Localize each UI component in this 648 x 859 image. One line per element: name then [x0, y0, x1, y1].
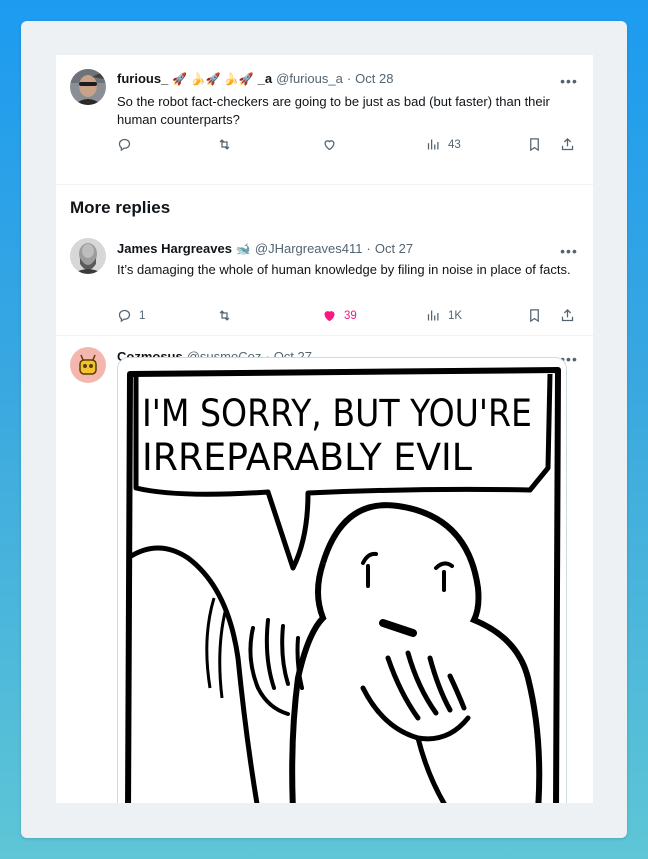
- divider: [56, 184, 593, 185]
- heart-filled-icon: [324, 311, 335, 322]
- views-button[interactable]: 43: [426, 137, 461, 152]
- separator: ·: [346, 71, 352, 86]
- timestamp[interactable]: Oct 28: [355, 71, 393, 86]
- bookmark-button[interactable]: [527, 137, 542, 152]
- reply-icon: [118, 309, 131, 323]
- reply-button[interactable]: [117, 137, 139, 152]
- replies-panel: furious_ 🚀 🍌🚀 🍌🚀 _a @furious_a · Oct 28 …: [56, 55, 593, 803]
- views-button[interactable]: 1K: [426, 308, 462, 323]
- display-name[interactable]: furious_: [117, 71, 168, 86]
- whale-icon: 🐋: [235, 241, 251, 256]
- tweet-furious[interactable]: furious_ 🚀 🍌🚀 🍌🚀 _a @furious_a · Oct 28 …: [56, 55, 593, 165]
- reply-icon: [118, 138, 131, 152]
- view-count: 43: [448, 138, 461, 151]
- handle[interactable]: @JHargreaves411: [255, 241, 363, 256]
- name-emoji-badges: 🚀 🍌🚀 🍌🚀: [172, 71, 254, 86]
- views-chart-icon: [427, 139, 439, 150]
- bookmark-icon: [530, 138, 539, 152]
- share-button[interactable]: [560, 308, 575, 323]
- tweet-text: So the robot fact-checkers are going to …: [117, 94, 550, 127]
- share-icon: [561, 137, 574, 151]
- share-icon: [561, 308, 574, 322]
- share-button[interactable]: [560, 137, 575, 152]
- retweet-icon: [219, 139, 230, 150]
- bookmark-icon: [530, 309, 539, 323]
- heart-icon: [324, 140, 335, 151]
- separator: ·: [366, 241, 371, 256]
- action-bar: 43: [117, 137, 577, 155]
- avatar[interactable]: [70, 238, 106, 274]
- tweet-hargreaves[interactable]: James Hargreaves 🐋 @JHargreaves411 · Oct…: [56, 205, 593, 335]
- comic-image[interactable]: I'M SORRY, BUT YOU'RE IRREPARABLY EVIL: [117, 357, 567, 803]
- avatar[interactable]: [70, 347, 106, 383]
- comic-text-line2: IRREPARABLY EVIL: [142, 436, 472, 479]
- views-chart-icon: [427, 310, 439, 321]
- comic-text-line1: I'M SORRY, BUT YOU'RE: [142, 392, 532, 435]
- tweet-header: James Hargreaves 🐋 @JHargreaves411 · Oct…: [117, 241, 413, 256]
- like-button[interactable]: [322, 137, 344, 152]
- action-bar: 1 39 1K: [117, 308, 577, 326]
- reply-button[interactable]: 1: [117, 308, 145, 323]
- retweet-icon: [219, 310, 230, 321]
- like-count: 39: [344, 309, 357, 322]
- retweet-button[interactable]: [217, 308, 239, 323]
- display-name-suffix[interactable]: _a: [258, 71, 272, 86]
- like-button[interactable]: 39: [322, 308, 357, 323]
- retweet-button[interactable]: [217, 137, 239, 152]
- timestamp[interactable]: Oct 27: [375, 241, 413, 256]
- display-name[interactable]: James Hargreaves: [117, 241, 232, 256]
- tweet-header: furious_ 🚀 🍌🚀 🍌🚀 _a @furious_a · Oct 28: [117, 71, 393, 86]
- tweet-text: It’s damaging the whole of human knowled…: [117, 262, 571, 277]
- handle[interactable]: @furious_a: [276, 71, 343, 86]
- more-options-icon[interactable]: •••: [560, 73, 577, 89]
- reply-count: 1: [139, 309, 146, 322]
- view-count: 1K: [448, 309, 463, 322]
- avatar[interactable]: [70, 69, 106, 105]
- more-options-icon[interactable]: •••: [560, 243, 577, 259]
- window-card: furious_ 🚀 🍌🚀 🍌🚀 _a @furious_a · Oct 28 …: [21, 21, 627, 838]
- bookmark-button[interactable]: [527, 308, 542, 323]
